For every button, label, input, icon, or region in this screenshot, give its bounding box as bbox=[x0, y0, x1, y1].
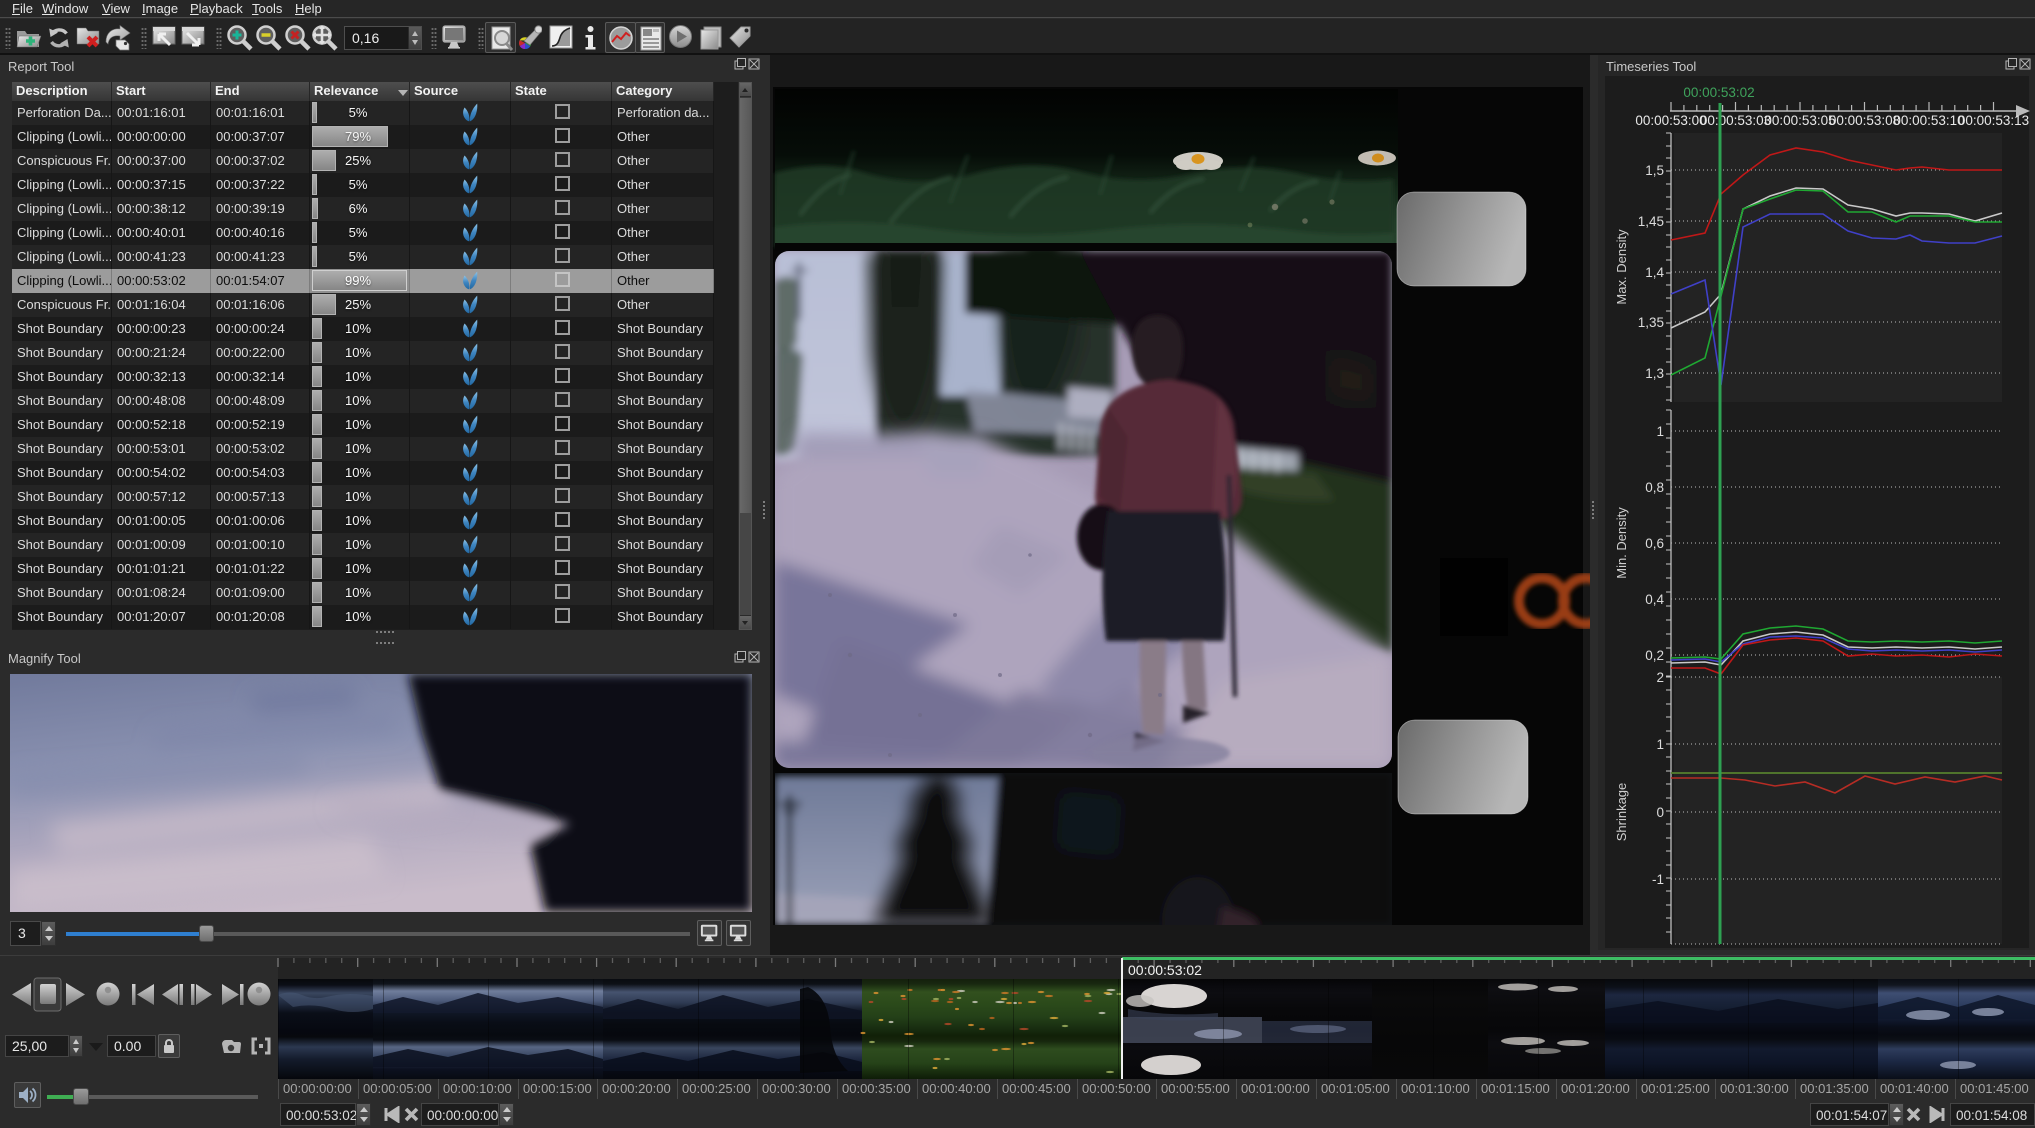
svg-text:00:00:53:08: 00:00:53:08 bbox=[1829, 113, 1900, 128]
svg-text:0,2: 0,2 bbox=[1645, 648, 1664, 663]
svg-text:0: 0 bbox=[1656, 805, 1664, 820]
svg-text:00:00:53:02: 00:00:53:02 bbox=[1683, 85, 1754, 100]
svg-text:00:00:53:05: 00:00:53:05 bbox=[1764, 113, 1835, 128]
svg-text:0,4: 0,4 bbox=[1645, 592, 1664, 607]
svg-text:0,6: 0,6 bbox=[1645, 536, 1664, 551]
svg-text:Min. Density: Min. Density bbox=[1614, 507, 1629, 579]
svg-text:0,8: 0,8 bbox=[1645, 480, 1664, 495]
svg-text:2: 2 bbox=[1656, 670, 1664, 685]
svg-text:1,35: 1,35 bbox=[1638, 315, 1664, 330]
svg-text:-1: -1 bbox=[1652, 872, 1664, 887]
svg-text:00:00:53:00: 00:00:53:00 bbox=[1635, 113, 1706, 128]
svg-text:00:00:53:10: 00:00:53:10 bbox=[1893, 113, 1964, 128]
svg-text:00:00:53:03: 00:00:53:03 bbox=[1700, 113, 1771, 128]
svg-text:Shrinkage: Shrinkage bbox=[1614, 783, 1629, 842]
svg-text:1,3: 1,3 bbox=[1645, 366, 1664, 381]
svg-text:Max. Density: Max. Density bbox=[1614, 229, 1629, 305]
svg-text:1,4: 1,4 bbox=[1645, 265, 1664, 280]
svg-text:1: 1 bbox=[1656, 424, 1664, 439]
svg-text:00:00:53:13: 00:00:53:13 bbox=[1958, 113, 2029, 128]
svg-text:1,5: 1,5 bbox=[1645, 163, 1664, 178]
svg-text:1,45: 1,45 bbox=[1638, 214, 1664, 229]
svg-text:1: 1 bbox=[1656, 737, 1664, 752]
